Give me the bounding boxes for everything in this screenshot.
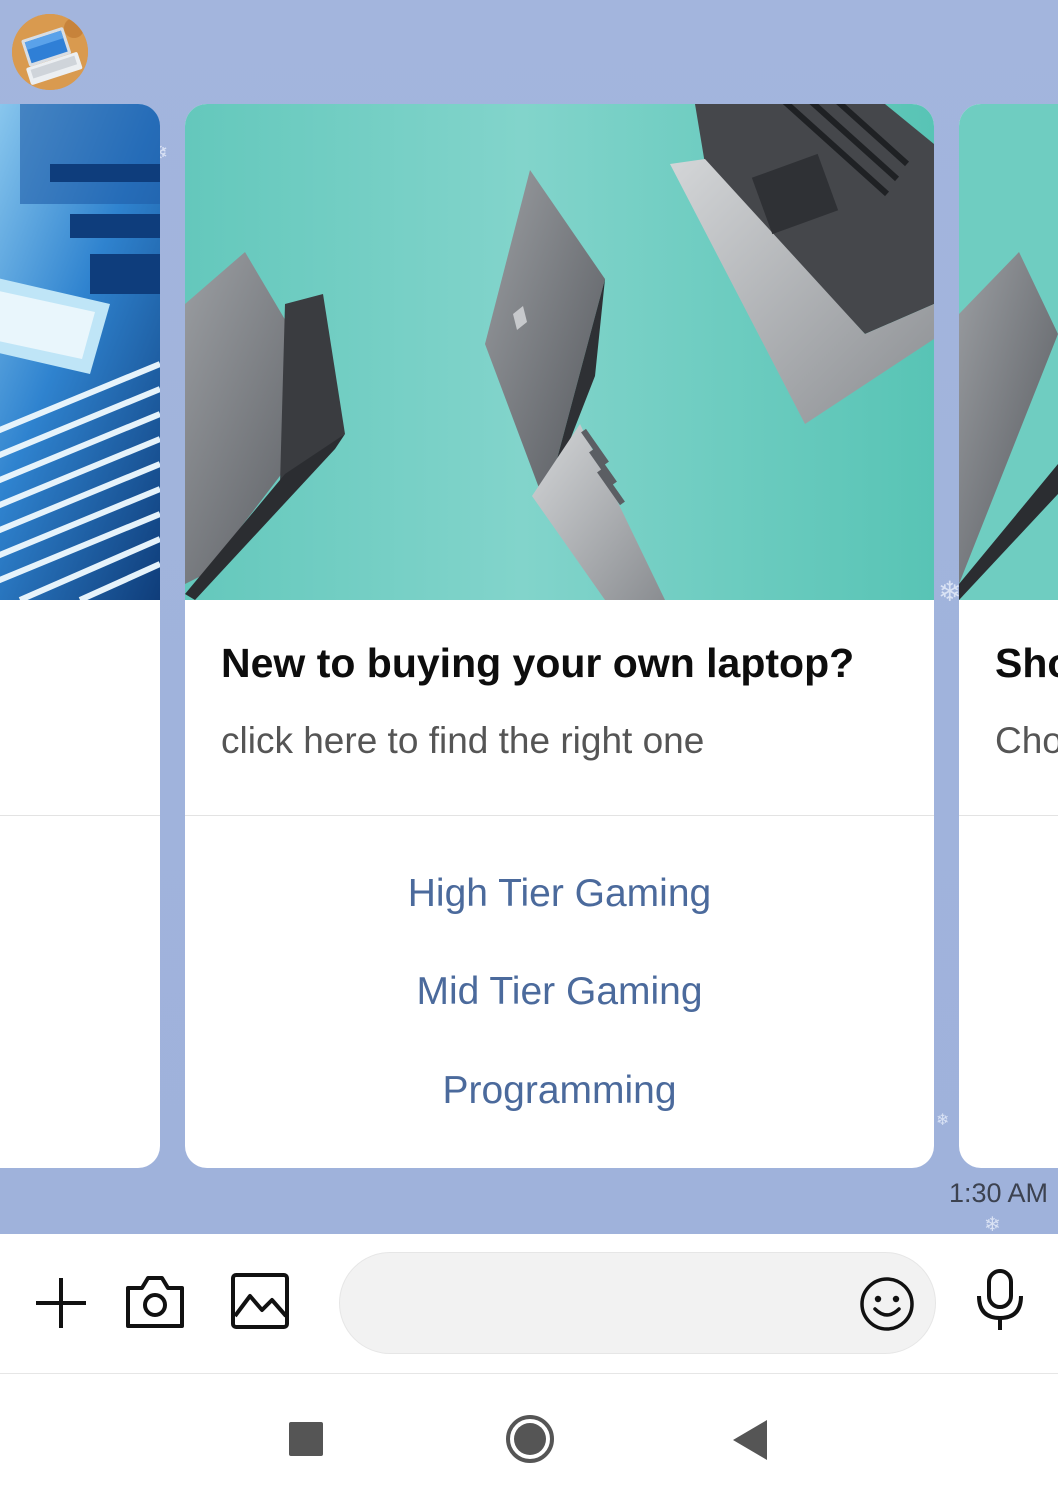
card-divider	[0, 815, 160, 816]
carousel-card-laptop-guide[interactable]: New to buying your own laptop? click her…	[185, 104, 934, 1168]
message-input-bar	[0, 1234, 1058, 1374]
emoji-icon[interactable]	[858, 1275, 916, 1338]
snowflake-icon: ❄	[984, 1214, 1001, 1234]
card-image	[0, 104, 160, 600]
card-subtitle: Cho	[995, 720, 1058, 761]
card-divider	[959, 815, 1058, 816]
card-subtitle[interactable]: click here to find the right one	[221, 720, 704, 762]
square-icon[interactable]	[289, 1422, 323, 1461]
laptop-avatar-icon	[12, 14, 88, 90]
snowflake-icon: ❄	[938, 576, 962, 607]
carousel-card-previous[interactable]	[0, 104, 160, 1168]
image-icon[interactable]	[230, 1272, 290, 1335]
action-high-tier-gaming-button[interactable]: High Tier Gaming	[185, 872, 934, 916]
card-divider	[185, 815, 934, 816]
triangle-back-icon[interactable]	[733, 1420, 767, 1465]
action-mid-tier-gaming-button[interactable]: Mid Tier Gaming	[185, 970, 934, 1014]
camera-icon[interactable]	[124, 1272, 186, 1335]
action-programming-button[interactable]: Programming	[185, 1069, 934, 1113]
card-title: New to buying your own laptop?	[221, 640, 855, 686]
message-input[interactable]	[376, 1253, 850, 1355]
carousel-card-next[interactable]: Sho Cho	[959, 104, 1058, 1168]
chat-area: ❄ ❄ ❄ ❄	[0, 0, 1058, 1234]
bot-avatar[interactable]	[12, 14, 88, 90]
card-title: Sho	[995, 640, 1058, 686]
card-image	[959, 104, 1058, 600]
message-timestamp: 1:30 AM	[948, 1178, 1048, 1208]
microphone-icon[interactable]	[974, 1268, 1026, 1337]
circle-icon[interactable]	[505, 1414, 555, 1469]
message-field[interactable]	[339, 1252, 936, 1355]
card-image	[185, 104, 934, 600]
snowflake-icon: ❄	[936, 1112, 950, 1129]
system-nav-bar	[0, 1374, 1058, 1503]
plus-icon[interactable]	[32, 1274, 90, 1337]
